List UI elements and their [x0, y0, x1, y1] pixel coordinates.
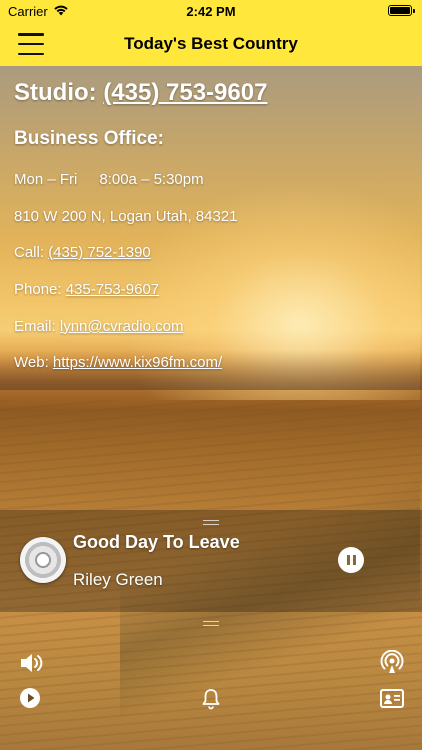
- drag-handle-icon[interactable]: [203, 520, 219, 525]
- email-link[interactable]: lynn@cvradio.com: [60, 318, 184, 335]
- office-hours: Mon – Fri 8:00a – 5:30pm: [14, 171, 204, 188]
- bell-icon[interactable]: [198, 686, 224, 712]
- call-phone-link[interactable]: (435) 752-1390: [48, 244, 151, 261]
- web-label: Web:: [14, 354, 49, 371]
- artist-name: Riley Green: [73, 570, 163, 589]
- phone-label: Phone:: [14, 281, 62, 298]
- pause-icon[interactable]: [338, 547, 364, 573]
- studio-phone-link[interactable]: (435) 753-9607: [103, 79, 267, 106]
- contact-card-icon[interactable]: [379, 686, 405, 712]
- now-playing-panel[interactable]: Good Day To Leave Riley Green: [0, 510, 422, 612]
- clock: 2:42 PM: [186, 4, 236, 19]
- business-office-heading: Business Office:: [14, 128, 164, 149]
- drag-handle-icon[interactable]: [203, 621, 219, 626]
- office-address: 810 W 200 N, Logan Utah, 84321: [14, 208, 238, 225]
- studio-line: Studio: (435) 753-9607: [14, 79, 267, 107]
- phone-line: Phone: 435-753-9607: [14, 281, 159, 298]
- phone-number-link[interactable]: 435-753-9607: [66, 281, 159, 298]
- status-bar: Carrier 2:42 PM: [0, 0, 422, 22]
- studio-label: Studio:: [14, 79, 97, 106]
- volume-icon[interactable]: [18, 650, 44, 676]
- battery-icon: [388, 5, 415, 16]
- podcast-icon[interactable]: [379, 650, 405, 676]
- call-label: Call:: [14, 244, 45, 261]
- bottom-toolbar: [0, 612, 422, 750]
- email-label: Email:: [14, 318, 56, 335]
- song-title: Good Day To Leave: [73, 532, 240, 552]
- website-link[interactable]: https://www.kix96fm.com/: [53, 354, 222, 371]
- call-line: Call: (435) 752-1390: [14, 244, 151, 261]
- play-circle-icon[interactable]: [18, 686, 44, 712]
- album-art-cd-icon: [20, 537, 66, 583]
- hours-time: 8:00a – 5:30pm: [99, 171, 204, 188]
- email-line: Email: lynn@cvradio.com: [14, 318, 183, 335]
- hours-days: Mon – Fri: [14, 171, 78, 188]
- web-line: Web: https://www.kix96fm.com/: [14, 354, 222, 371]
- page-title: Today's Best Country: [124, 34, 298, 53]
- navigation-bar: Today's Best Country: [0, 22, 422, 66]
